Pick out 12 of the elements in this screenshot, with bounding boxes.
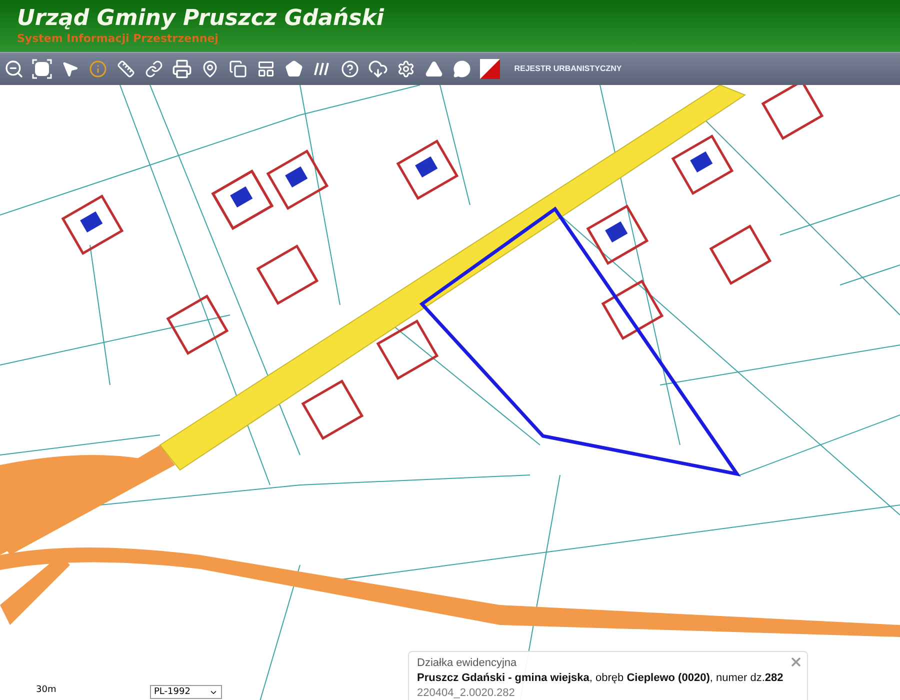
popup-heading: Działka ewidencyjna bbox=[417, 656, 517, 671]
site-title: Urząd Gminy Pruszcz Gdański bbox=[17, 6, 385, 32]
projection-select[interactable]: PL-1992 bbox=[150, 685, 222, 699]
diagonal-split-square-icon[interactable] bbox=[479, 57, 501, 81]
parcel-description: Pruszcz Gdański - gmina wiejska, obręb Cieplewo (0020), numer dz.282 bbox=[417, 671, 784, 686]
full-extent-icon[interactable] bbox=[31, 57, 53, 81]
parcel-identifier: 220404_2.0020.282 bbox=[417, 686, 515, 700]
scale-label: 30m bbox=[36, 685, 56, 695]
close-icon[interactable] bbox=[789, 655, 803, 669]
register-button[interactable]: REJESTR URBANISTYCZNY bbox=[513, 64, 623, 74]
site-subtitle: System Informacji Przestrzennej bbox=[17, 32, 220, 46]
printer-icon[interactable] bbox=[171, 57, 193, 81]
